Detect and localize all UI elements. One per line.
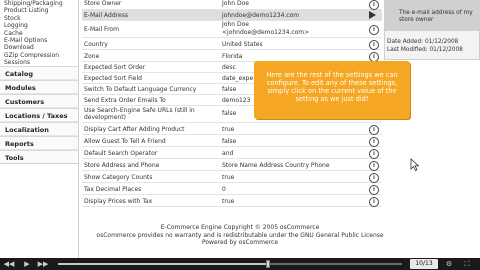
setting-title: Allow Guest To Tell A Friend — [84, 138, 166, 145]
submenu-item-product-listing[interactable]: Product Listing — [4, 7, 76, 14]
settings-icon[interactable]: ⚙ — [442, 258, 456, 270]
info-icon[interactable]: i — [369, 137, 379, 147]
sidebar-category-reports[interactable]: Reports — [0, 136, 78, 150]
submenu-item-shipping-packaging[interactable]: Shipping/Packaging — [4, 0, 76, 7]
footer-license: osCommerce provides no warranty and is r… — [96, 231, 384, 239]
setting-value[interactable]: and — [222, 150, 233, 157]
sidebar-category-catalog[interactable]: Catalog — [0, 66, 78, 80]
info-icon[interactable]: i — [369, 149, 379, 159]
setting-title: Expected Sort Field — [84, 75, 142, 82]
progress-track[interactable] — [58, 260, 402, 268]
info-icon[interactable]: i — [369, 0, 379, 10]
setting-value[interactable]: John Doe — [222, 0, 249, 7]
setting-title: Display Prices with Tax — [84, 198, 153, 205]
sidebar-category-locations-taxes[interactable]: Locations / Taxes — [0, 108, 78, 122]
setting-title: Show Category Counts — [84, 174, 153, 181]
setting-title-line2: development) — [84, 114, 126, 121]
sidebar-category-modules[interactable]: Modules — [0, 80, 78, 94]
setting-title: E-Mail Address — [84, 12, 128, 19]
setting-value[interactable]: John Doe — [222, 21, 249, 28]
info-description: The e-mail address of my store owner — [399, 10, 473, 23]
table-row: Show Category Counts true i — [82, 171, 382, 183]
setting-value[interactable]: false — [222, 110, 236, 117]
setting-value[interactable]: United States — [222, 41, 263, 48]
footer-copyright: E-Commerce Engine Copyright © 2005 osCom… — [160, 224, 320, 231]
play-icon[interactable]: ▶ — [20, 258, 34, 270]
setting-title: Default Search Operator — [84, 150, 158, 157]
table-row: Display Cart After Adding Product true i — [82, 123, 382, 135]
submenu-item-cache[interactable]: Cache — [4, 30, 76, 37]
table-row: E-Mail From John Doe <johndoe@demo1234.c… — [82, 21, 382, 38]
info-icon[interactable]: i — [369, 125, 379, 135]
setting-value[interactable]: true — [222, 174, 234, 181]
submenu-item-gzip-compression[interactable]: GZip Compression — [4, 52, 76, 59]
mouse-cursor-icon — [410, 158, 419, 171]
info-icon[interactable]: i — [369, 173, 379, 183]
setting-value[interactable]: demo123 — [222, 97, 250, 104]
table-row: Tax Decimal Places 0 i — [82, 183, 382, 195]
setting-title: Use Search-Engine Safe URLs (still in — [84, 107, 195, 114]
submenu-item-logging[interactable]: Logging — [4, 22, 76, 29]
info-date-added: Date Added: 01/12/2008 — [387, 39, 459, 45]
fast-forward-icon[interactable]: ▶▶ — [36, 258, 50, 270]
setting-title: Switch To Default Language Currency — [84, 86, 197, 93]
setting-info-box: The e-mail address of my store owner Dat… — [384, 0, 480, 60]
setting-value[interactable]: false — [222, 138, 236, 145]
setting-title: Country — [84, 41, 108, 48]
table-row: Allow Guest To Tell A Friend false i — [82, 135, 382, 147]
setting-value[interactable]: false — [222, 86, 236, 93]
setting-title: E-Mail From — [84, 26, 119, 33]
slide-counter: 10/13 — [410, 259, 438, 269]
setting-value-line2[interactable]: <johndoe@demo1234.com> — [222, 29, 309, 36]
table-row: Store Address and Phone Store Name Addre… — [82, 159, 382, 171]
setting-title: Store Owner — [84, 0, 122, 7]
setting-title: Send Extra Order Emails To — [84, 97, 166, 104]
submenu-item-email-options[interactable]: E-Mail Options — [4, 37, 76, 44]
table-row: Store Owner John Doe i — [82, 0, 382, 10]
sidebar-category-tools[interactable]: Tools — [0, 150, 78, 164]
selected-arrow-icon — [369, 11, 376, 19]
progress-fill — [58, 263, 268, 265]
setting-value[interactable]: Florida — [222, 53, 242, 60]
video-player-bar: ◀◀ ▶ ▶▶ 10/13 ⚙ ⛶ — [0, 258, 480, 270]
setting-title: Zone — [84, 53, 100, 60]
info-icon[interactable]: i — [369, 40, 379, 50]
setting-title: Display Cart After Adding Product — [84, 126, 185, 133]
progress-handle[interactable] — [265, 260, 270, 268]
fullscreen-icon[interactable]: ⛶ — [460, 258, 474, 270]
info-last-modified: Last Modified: 01/12/2008 — [387, 47, 463, 53]
sidebar-category-customers[interactable]: Customers — [0, 94, 78, 108]
setting-title: Tax Decimal Places — [84, 186, 142, 193]
rewind-icon[interactable]: ◀◀ — [2, 258, 16, 270]
info-icon[interactable]: i — [369, 197, 379, 207]
info-icon[interactable]: i — [369, 25, 379, 35]
footer-powered-by: Powered by osCommerce — [201, 239, 279, 246]
setting-value[interactable]: true — [222, 126, 234, 133]
table-row: Default Search Operator and i — [82, 147, 382, 159]
info-icon[interactable]: i — [369, 185, 379, 195]
setting-value[interactable]: Store Name Address Country Phone — [222, 162, 330, 169]
submenu-item-stock[interactable]: Stock — [4, 15, 76, 22]
submenu-item-download[interactable]: Download — [4, 44, 76, 51]
category-list: Catalog Modules Customers Locations / Ta… — [0, 66, 78, 164]
setting-value[interactable]: true — [222, 198, 234, 205]
page-footer: E-Commerce Engine Copyright © 2005 osCom… — [0, 224, 480, 247]
table-row: Display Prices with Tax true i — [82, 195, 382, 207]
setting-value[interactable]: johndoe@demo1234.com — [222, 12, 299, 19]
sidebar-category-localization[interactable]: Localization — [0, 122, 78, 136]
admin-sidebar: Shipping/Packaging Product Listing Stock… — [0, 0, 79, 258]
tutorial-callout: Here are the rest of the settings we can… — [254, 61, 410, 119]
setting-title: Store Address and Phone — [84, 162, 160, 169]
table-row: Country United States i — [82, 38, 382, 50]
setting-value[interactable]: 0 — [222, 186, 226, 193]
setting-title: Expected Sort Order — [84, 64, 146, 71]
table-row-selected: E-Mail Address johndoe@demo1234.com — [82, 10, 382, 21]
setting-value[interactable]: date_expe — [222, 75, 253, 82]
tutorial-callout-text: Here are the rest of the settings we can… — [266, 71, 398, 103]
info-icon[interactable]: i — [369, 161, 379, 171]
setting-value[interactable]: desc — [222, 64, 236, 71]
configuration-submenu: Shipping/Packaging Product Listing Stock… — [0, 0, 78, 67]
